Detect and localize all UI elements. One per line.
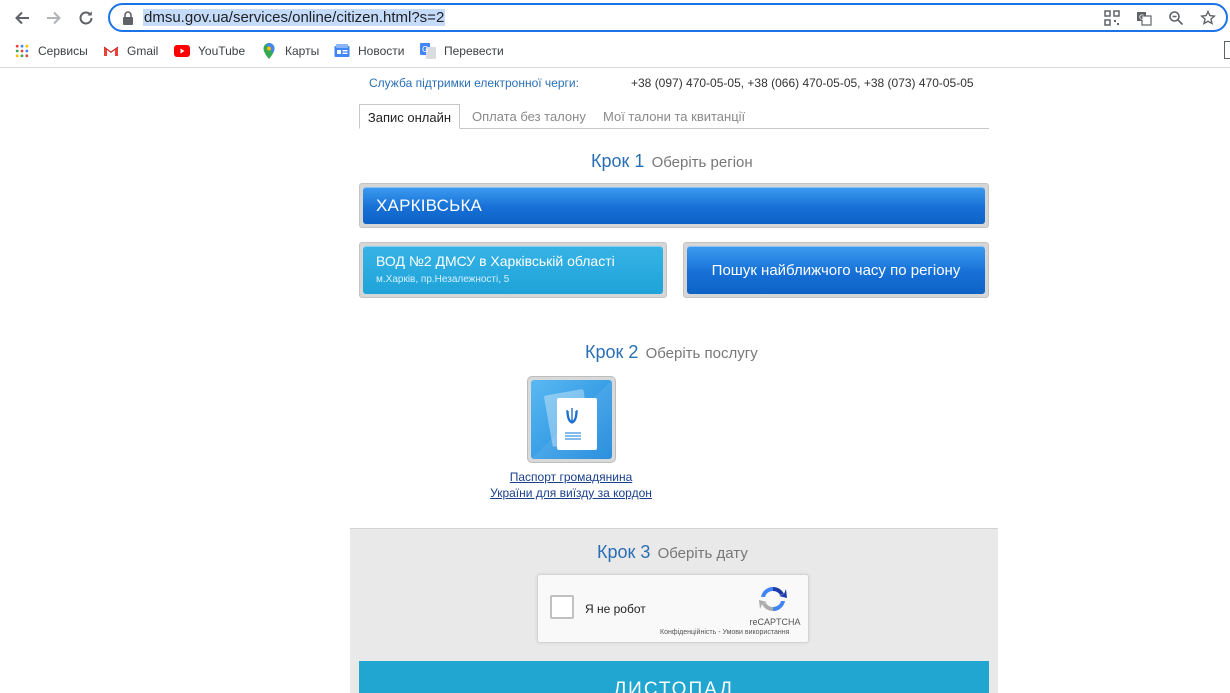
- back-arrow-icon[interactable]: [10, 6, 34, 30]
- month-header: ЛИСТОПАД: [359, 661, 989, 693]
- recaptcha-terms-link[interactable]: Конфіденційність - Умови використання: [660, 629, 789, 636]
- region-button[interactable]: ХАРКІВСЬКА: [363, 187, 985, 224]
- step2-title: Оберіть послугу: [645, 345, 758, 362]
- translate-icon: G: [420, 43, 436, 59]
- bookmark-star-icon[interactable]: [1199, 9, 1217, 27]
- step2-number: Крок 2: [585, 342, 639, 362]
- office-button[interactable]: ВОД №2 ДМСУ в Харківській області м.Харк…: [363, 246, 663, 294]
- browser-toolbar: dmsu.gov.ua/services/online/citizen.html…: [0, 0, 1230, 35]
- forward-arrow-icon[interactable]: [42, 6, 66, 30]
- svg-text:G: G: [422, 45, 428, 54]
- zoom-icon[interactable]: [1167, 9, 1185, 27]
- region-name: ХАРКІВСЬКА: [376, 195, 483, 215]
- region-select-frame: ХАРКІВСЬКА: [359, 183, 989, 228]
- gmail-icon: [103, 43, 119, 59]
- search-nearest-time-button[interactable]: Пошук найближчого часу по регіону: [687, 246, 985, 294]
- bookmark-maps[interactable]: Карты: [261, 41, 319, 61]
- support-label: Служба підтримки електронної черги:: [369, 76, 579, 90]
- search-nearest-time-label: Пошук найближчого часу по регіону: [711, 261, 961, 279]
- step3-title: Оберіть дату: [657, 545, 748, 562]
- bookmark-services[interactable]: Сервисы: [14, 41, 88, 61]
- step3-number: Крок 3: [597, 542, 651, 562]
- service-passport-line1: Паспорт громадянина: [509, 470, 633, 484]
- recaptcha-brand: reCAPTCHA: [749, 617, 801, 627]
- step1-title: Оберіть регіон: [651, 154, 753, 171]
- url-text[interactable]: dmsu.gov.ua/services/online/citizen.html…: [143, 9, 446, 26]
- recaptcha-widget: Я не робот reCAPTCHA Конфіденційність - …: [537, 574, 809, 643]
- bookmark-label: Карты: [285, 44, 320, 58]
- step1-number: Крок 1: [591, 151, 645, 171]
- recaptcha-logo-icon: [759, 586, 787, 612]
- qr-code-icon[interactable]: [1103, 9, 1121, 27]
- address-bar[interactable]: dmsu.gov.ua/services/online/citizen.html…: [108, 3, 1228, 32]
- reload-icon[interactable]: [74, 6, 98, 30]
- bookmark-youtube[interactable]: YouTube: [174, 41, 245, 61]
- lock-icon: [123, 11, 133, 25]
- passport-icon: [531, 380, 612, 459]
- recaptcha-checkbox[interactable]: [550, 595, 574, 619]
- tab-pay-without-ticket[interactable]: Оплата без талону: [472, 104, 586, 129]
- service-passport-line2: України для виїзду за кордон: [490, 486, 652, 500]
- office-name: ВОД №2 ДМСУ в Харківській області: [376, 253, 615, 269]
- bookmark-label: Сервисы: [38, 44, 88, 58]
- bookmark-news[interactable]: Новости: [334, 41, 404, 61]
- youtube-icon: [174, 43, 190, 59]
- news-icon: [334, 43, 350, 59]
- step3-heading: Крок 3 Оберіть дату: [597, 542, 748, 563]
- reading-list-icon[interactable]: [1224, 41, 1230, 59]
- bookmark-label: Новости: [358, 44, 405, 58]
- apps-grid-icon: [14, 43, 30, 59]
- bookmark-label: Перевести: [444, 44, 504, 58]
- svg-text:G: G: [1139, 14, 1144, 22]
- bookmark-gmail[interactable]: Gmail: [103, 41, 158, 61]
- office-select-frame: ВОД №2 ДМСУ в Харківській області м.Харк…: [359, 242, 667, 298]
- recaptcha-label: Я не робот: [585, 602, 646, 616]
- bookmark-translate[interactable]: G Перевести: [420, 41, 504, 61]
- office-address: м.Харків, пр.Незалежності, 5: [376, 274, 510, 285]
- maps-pin-icon: [261, 43, 277, 59]
- step1-heading: Крок 1 Оберіть регіон: [591, 151, 753, 172]
- service-tabs: Запис онлайн Оплата без талону Мої талон…: [359, 104, 989, 129]
- translate-page-icon[interactable]: G: [1135, 9, 1153, 27]
- bookmark-label: Gmail: [127, 44, 159, 58]
- service-passport-link[interactable]: Паспорт громадянина України для виїзду з…: [480, 469, 662, 501]
- support-phones: +38 (097) 470-05-05, +38 (066) 470-05-05…: [631, 76, 974, 90]
- bookmark-label: YouTube: [198, 44, 246, 58]
- tab-online-booking[interactable]: Запис онлайн: [359, 104, 460, 129]
- bookmarks-bar: Сервисы Gmail YouTube Карты Новости G Пе…: [0, 35, 1230, 68]
- tab-my-tickets[interactable]: Мої талони та квитанції: [603, 104, 745, 129]
- service-passport-tile[interactable]: [527, 376, 616, 463]
- step2-heading: Крок 2 Оберіть послугу: [585, 342, 758, 363]
- search-time-frame: Пошук найближчого часу по регіону: [683, 242, 989, 298]
